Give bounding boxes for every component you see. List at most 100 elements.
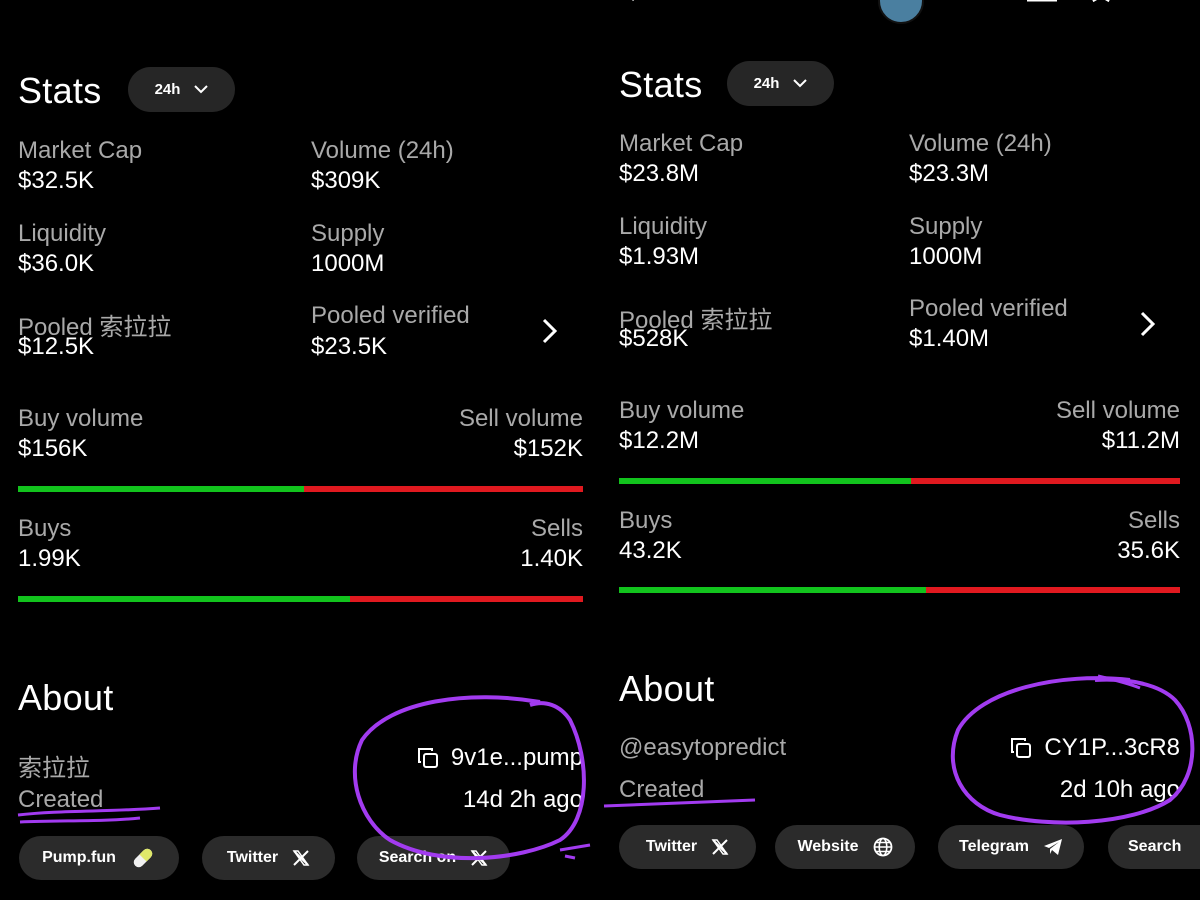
token-avatar: [878, 0, 924, 24]
twitter-link-button[interactable]: Twitter: [619, 825, 756, 869]
sell-volume-label: Sell volume: [458, 405, 583, 432]
buys-value: 43.2K: [619, 537, 682, 564]
pumpfun-link-button[interactable]: Pump.fun: [19, 836, 179, 880]
x-logo-icon: [711, 838, 729, 856]
txn-ratio-bar: [619, 587, 1180, 593]
txn-ratio-bar: [18, 596, 583, 602]
search-link-label: Search: [1128, 838, 1182, 855]
telegram-link-button[interactable]: Telegram: [938, 825, 1084, 869]
supply-value: 1000M: [311, 250, 385, 277]
pooled-verified-value: $23.5K: [311, 333, 388, 360]
pooled-verified-label: Pooled verified: [909, 295, 1068, 322]
buy-volume-label: Buy volume: [18, 405, 144, 432]
created-label: Created: [18, 786, 104, 813]
chevron-right-icon[interactable]: [538, 316, 562, 346]
buys-label: Buys: [619, 507, 673, 534]
x-logo-icon: [470, 849, 488, 867]
liquidity-label: Liquidity: [18, 220, 107, 247]
buy-volume-value: $156K: [18, 435, 88, 462]
volume-ratio-bar: [619, 478, 1180, 484]
twitter-link-button[interactable]: Twitter: [202, 836, 335, 880]
buy-volume-label: Buy volume: [619, 397, 745, 424]
search-link-button[interactable]: Search: [1108, 825, 1200, 869]
copy-icon[interactable]: [417, 747, 439, 769]
buy-volume-segment: [18, 486, 304, 492]
sells-label: Sells: [1127, 507, 1180, 534]
buy-volume-value: $12.2M: [619, 427, 700, 454]
volume-value: $23.3M: [909, 160, 990, 187]
buys-segment: [18, 596, 350, 602]
buys-label: Buys: [18, 515, 72, 542]
sell-volume-value: $11.2M: [1101, 427, 1180, 454]
timeframe-dropdown[interactable]: 24h: [128, 67, 235, 112]
token-name: 索拉拉: [18, 755, 90, 782]
sell-volume-label: Sell volume: [1055, 397, 1180, 424]
timeframe-value: 24h: [154, 81, 181, 98]
sell-volume-segment: [911, 478, 1180, 484]
about-title: About: [18, 677, 114, 718]
volume-ratio-bar: [18, 486, 583, 492]
back-arrow-icon[interactable]: [626, 0, 646, 10]
right-screenshot-panel: Stats 24h Market Cap $23.8M Volume (24h)…: [600, 0, 1200, 900]
supply-value: 1000M: [909, 243, 983, 270]
timeframe-dropdown[interactable]: 24h: [727, 61, 834, 106]
sell-volume-segment: [303, 486, 583, 492]
left-screenshot-panel: Stats 24h Market Cap $32.5K Volume (24h)…: [0, 0, 600, 900]
timeframe-value: 24h: [753, 75, 780, 92]
pill-icon: [130, 845, 156, 871]
twitter-handle[interactable]: @easytopredict: [619, 734, 786, 762]
globe-icon: [873, 837, 893, 857]
pumpfun-link-label: Pump.fun: [42, 849, 116, 866]
created-value: 2d 10h ago: [1059, 776, 1180, 803]
twitter-link-label: Twitter: [645, 838, 698, 855]
buys-segment: [619, 587, 927, 593]
twitter-link-label: Twitter: [226, 849, 279, 866]
telegram-icon: [1043, 838, 1063, 856]
search-on-x-label: Search on: [378, 849, 457, 866]
contract-address[interactable]: 9v1e...pump: [417, 744, 583, 772]
liquidity-value: $1.93M: [619, 243, 700, 270]
website-link-label: Website: [797, 838, 859, 855]
stats-title: Stats: [18, 70, 102, 111]
copy-icon[interactable]: [1010, 737, 1032, 759]
market-cap-value: $23.8M: [619, 160, 700, 187]
x-logo-icon: [292, 849, 310, 867]
pooled-token-value: $12.5K: [18, 333, 95, 360]
created-value: 14d 2h ago: [462, 786, 583, 813]
buy-volume-segment: [619, 478, 912, 484]
market-cap-value: $32.5K: [18, 167, 95, 194]
volume-label: Volume (24h): [909, 130, 1052, 157]
volume-value: $309K: [311, 167, 381, 194]
pooled-token-value: $528K: [619, 325, 689, 352]
sells-value: 35.6K: [1117, 537, 1180, 564]
liquidity-label: Liquidity: [619, 213, 708, 240]
supply-label: Supply: [909, 213, 983, 240]
website-link-button[interactable]: Website: [775, 825, 915, 869]
created-label: Created: [619, 776, 705, 803]
about-title: About: [619, 668, 715, 709]
sells-label: Sells: [530, 515, 583, 542]
liquidity-value: $36.0K: [18, 250, 95, 277]
market-cap-label: Market Cap: [619, 130, 744, 157]
chevron-down-icon: [194, 85, 209, 94]
supply-label: Supply: [311, 220, 385, 247]
search-on-x-button[interactable]: Search on: [357, 836, 510, 880]
pooled-verified-label: Pooled verified: [311, 302, 470, 329]
telegram-link-label: Telegram: [959, 838, 1029, 855]
chevron-right-icon[interactable]: [1136, 309, 1160, 339]
contract-address-text: 9v1e...pump: [450, 744, 583, 771]
sell-volume-value: $152K: [513, 435, 583, 462]
market-cap-label: Market Cap: [18, 137, 143, 164]
volume-label: Volume (24h): [311, 137, 454, 164]
bell-icon[interactable]: [1024, 0, 1060, 14]
sells-segment: [349, 596, 583, 602]
contract-address[interactable]: CY1P...3cR8: [1010, 734, 1180, 762]
buys-value: 1.99K: [18, 545, 81, 572]
stats-title: Stats: [619, 64, 703, 105]
sells-value: 1.40K: [520, 545, 583, 572]
contract-address-text: CY1P...3cR8: [1044, 734, 1180, 761]
star-icon[interactable]: [1086, 0, 1116, 10]
chevron-down-icon: [793, 79, 808, 88]
sells-segment: [926, 587, 1180, 593]
pooled-verified-value: $1.40M: [909, 325, 990, 352]
